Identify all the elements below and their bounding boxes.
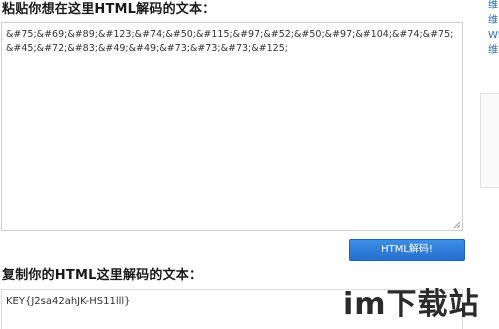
encoded-text-input[interactable]: &#75;&#69;&#89;&#123;&#74;&#50;&#115;&#9…	[1, 22, 463, 231]
html-decode-button[interactable]: HTML解码!	[349, 239, 465, 261]
sidebar-link[interactable]: WS	[488, 28, 499, 43]
sidebar-link[interactable]: 维	[488, 43, 499, 58]
resize-grip-icon[interactable]	[453, 221, 461, 229]
sidebar-links: 维 维 WS 维	[488, 0, 499, 58]
decoded-text-value: KEY{J2sa42ahJK-HS11lll}	[6, 296, 131, 307]
sidebar-link[interactable]: 维	[488, 13, 499, 28]
paste-label: 粘贴你想在这里HTML解码的文本：	[2, 2, 216, 17]
copy-label: 复制你的HTML这里解码的文本：	[2, 268, 203, 283]
encoded-text-value: &#75;&#69;&#89;&#123;&#74;&#50;&#115;&#9…	[6, 29, 454, 54]
side-panel	[480, 93, 499, 188]
site-watermark-logo: im下载站	[343, 287, 480, 322]
sidebar-link[interactable]: 维	[488, 0, 499, 13]
